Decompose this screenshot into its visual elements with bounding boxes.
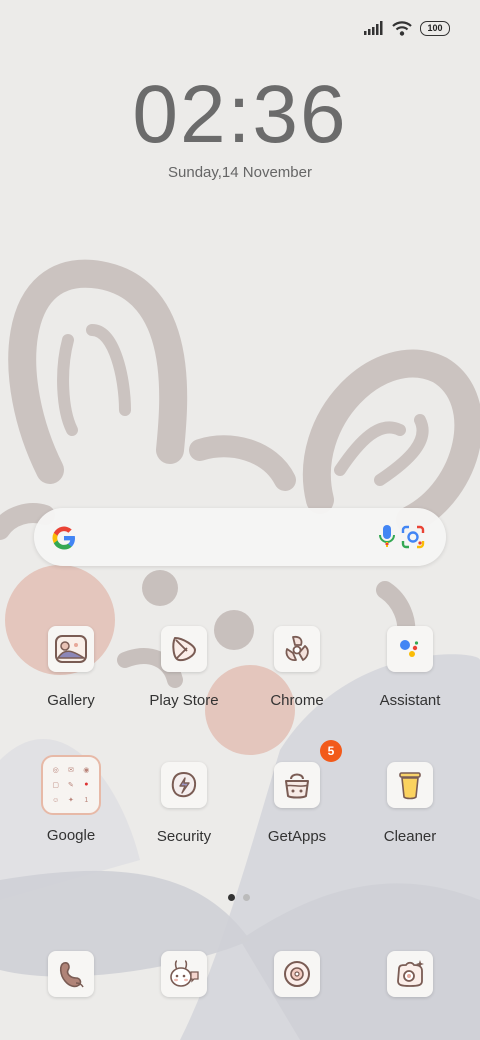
- dock-browser[interactable]: [242, 951, 352, 997]
- dock-messaging[interactable]: [129, 951, 239, 997]
- play-store-icon: [172, 637, 196, 662]
- status-bar: 100: [364, 14, 450, 42]
- camera-icon: [397, 960, 424, 987]
- app-chrome[interactable]: Chrome: [242, 626, 352, 709]
- dock-camera[interactable]: [355, 951, 465, 997]
- folder-mini-icon: ◉: [83, 766, 90, 774]
- page-dot[interactable]: [243, 894, 250, 901]
- battery-indicator: 100: [420, 20, 450, 36]
- folder-mini-icon: 1: [84, 796, 89, 804]
- phone-icon: [59, 962, 84, 988]
- app-label: Security: [156, 828, 212, 845]
- page-dot-active[interactable]: [228, 894, 235, 901]
- google-folder-icon: ◎ ✉ ◉ ▢ ✎ ● ☺ ✦ 1: [41, 755, 101, 815]
- signal-icon: [364, 21, 383, 35]
- folder-mini-icon: ✉: [68, 766, 74, 774]
- app-label: Assistant: [379, 692, 441, 709]
- messaging-icon: [170, 960, 199, 987]
- browser-icon: [284, 961, 310, 987]
- folder-mini-icon: ✦: [68, 797, 74, 805]
- app-label: GetApps: [267, 828, 327, 845]
- app-label: Play Store: [149, 692, 219, 709]
- microphone-icon[interactable]: [378, 523, 396, 551]
- google-search-bar[interactable]: [34, 508, 446, 566]
- folder-mini-icon: ✎: [68, 781, 74, 789]
- getapps-icon: [285, 773, 309, 799]
- app-getapps[interactable]: 5 GetApps: [242, 740, 352, 845]
- assistant-icon: [400, 640, 419, 657]
- app-label: Google: [46, 827, 96, 844]
- google-logo-icon: [52, 526, 75, 550]
- folder-mini-icon: ▢: [52, 781, 59, 789]
- cleaner-icon: [399, 772, 421, 800]
- app-play-store[interactable]: Play Store: [129, 626, 239, 709]
- page-indicator[interactable]: [228, 894, 250, 901]
- app-security[interactable]: Security: [129, 762, 239, 845]
- app-label: Chrome: [270, 692, 324, 709]
- app-cleaner[interactable]: Cleaner: [355, 762, 465, 845]
- chrome-icon: [285, 635, 309, 661]
- folder-mini-icon: ◎: [52, 766, 59, 774]
- app-assistant[interactable]: Assistant: [355, 626, 465, 709]
- clock-date[interactable]: Sunday,14 November: [0, 164, 480, 181]
- gallery-icon: [55, 635, 87, 663]
- folder-google[interactable]: ◎ ✉ ◉ ▢ ✎ ● ☺ ✦ 1 Google: [16, 755, 126, 844]
- security-icon: [171, 771, 197, 798]
- notification-badge: 5: [320, 740, 342, 762]
- app-label: Cleaner: [383, 828, 437, 845]
- dock-phone[interactable]: [16, 951, 126, 997]
- camera-lens-icon[interactable]: [400, 525, 426, 549]
- folder-mini-icon: ●: [84, 781, 89, 789]
- app-label: Gallery: [47, 692, 95, 709]
- wifi-icon: [392, 20, 412, 36]
- app-gallery[interactable]: Gallery: [16, 626, 126, 709]
- clock-time[interactable]: 02:36: [0, 68, 480, 162]
- folder-mini-icon: ☺: [52, 796, 60, 804]
